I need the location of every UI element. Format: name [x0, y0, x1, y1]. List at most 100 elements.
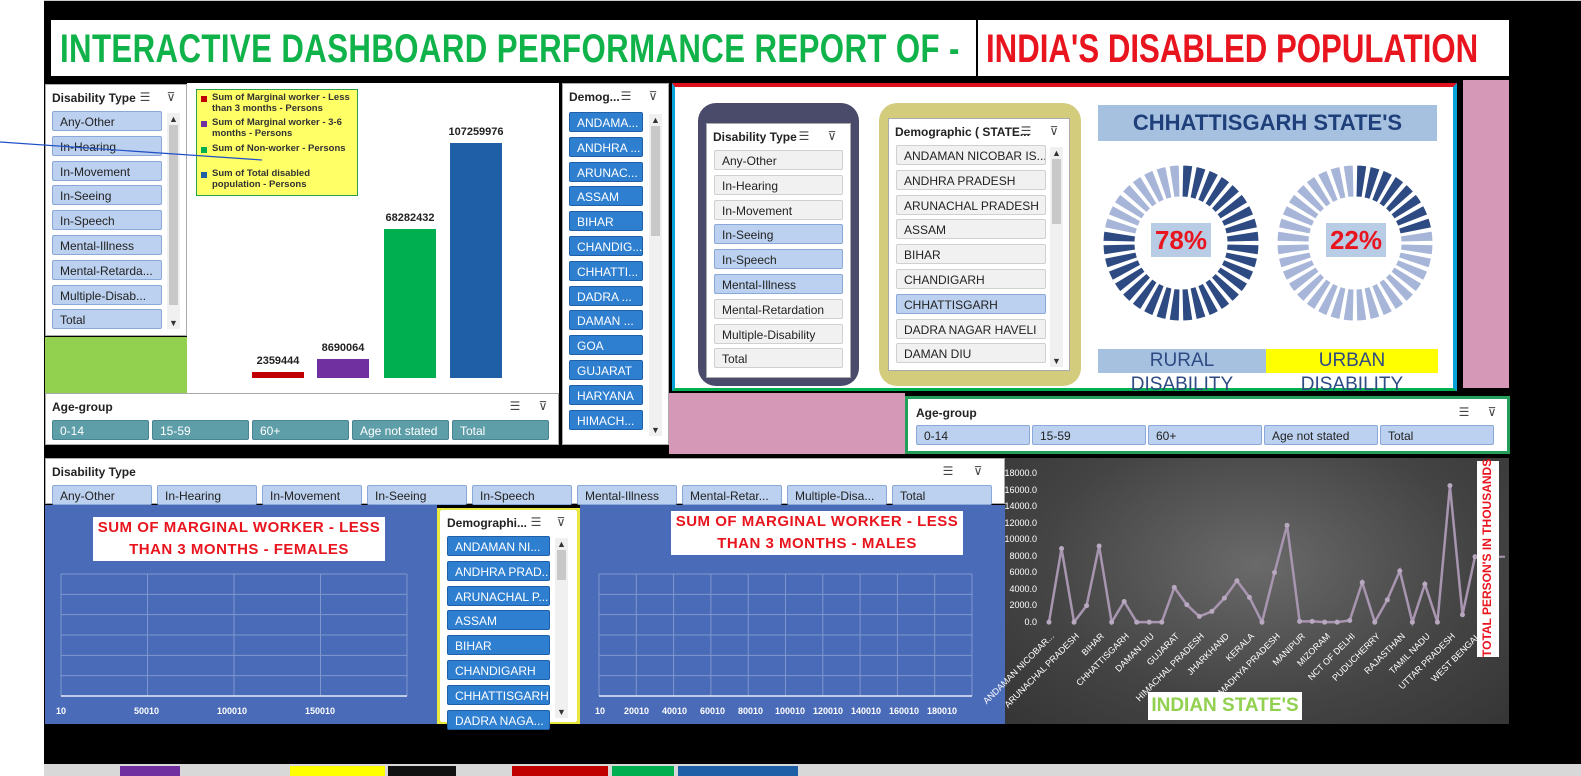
- slicer-scrollbar[interactable]: ▲ ▼: [555, 538, 568, 718]
- slicer-item[interactable]: 60+: [1148, 425, 1262, 445]
- slicer-item[interactable]: In-Seeing: [714, 224, 843, 245]
- clear-filter-icon[interactable]: ⊽: [646, 89, 660, 103]
- slicer-item[interactable]: In-Speech: [472, 485, 572, 505]
- slicer-scrollbar[interactable]: ▲ ▼: [649, 114, 662, 436]
- scroll-up-icon[interactable]: ▲: [1050, 147, 1063, 159]
- slicer-item[interactable]: ANDHRA PRAD...: [447, 560, 550, 581]
- multiselect-icon[interactable]: ☰: [529, 515, 543, 529]
- slicer-item[interactable]: HARYANA: [569, 384, 643, 405]
- slicer-item[interactable]: CHHATTISGARH: [447, 684, 550, 705]
- slicer-item[interactable]: In-Movement: [262, 485, 362, 505]
- scroll-down-icon[interactable]: ▼: [167, 317, 180, 329]
- multiselect-icon[interactable]: ☰: [941, 464, 955, 478]
- slicer-item[interactable]: ARUNACHAL PRADESH: [896, 194, 1046, 215]
- slicer-item[interactable]: BIHAR: [896, 244, 1046, 265]
- scroll-thumb[interactable]: [557, 550, 566, 580]
- slicer-item[interactable]: In-Hearing: [157, 485, 257, 505]
- slicer-item[interactable]: Mental-Illness: [577, 485, 677, 505]
- slicer-item[interactable]: In-Hearing: [714, 174, 843, 195]
- slicer-item[interactable]: BIHAR: [569, 211, 643, 232]
- slicer-item[interactable]: Multiple-Disab...: [52, 284, 162, 305]
- multiselect-icon[interactable]: ☰: [797, 129, 811, 143]
- slicer-item[interactable]: Age not stated: [1264, 425, 1378, 445]
- slicer-item[interactable]: DAMAN ...: [569, 310, 643, 331]
- slicer-item[interactable]: DADRA ...: [569, 285, 643, 306]
- clear-filter-icon[interactable]: ⊽: [1485, 405, 1499, 419]
- clear-filter-icon[interactable]: ⊽: [825, 129, 839, 143]
- slicer-item[interactable]: Total: [714, 348, 843, 369]
- slicer-item[interactable]: Total: [892, 485, 992, 505]
- slicer-item[interactable]: Mental-Retarda...: [52, 259, 162, 280]
- slicer-item[interactable]: ASSAM: [569, 186, 643, 207]
- slicer-item[interactable]: GOA: [569, 335, 643, 356]
- sheet-tab-blue[interactable]: [678, 766, 798, 776]
- scroll-down-icon[interactable]: ▼: [555, 706, 568, 718]
- slicer-item[interactable]: ANDAMAN NICOBAR IS...: [896, 145, 1046, 165]
- sheet-tab-green[interactable]: [612, 766, 674, 776]
- clear-filter-icon[interactable]: ⊽: [1047, 124, 1061, 138]
- slicer-item[interactable]: DAMAN DIU: [896, 343, 1046, 364]
- slicer-item[interactable]: CHANDIG...: [569, 236, 643, 256]
- slicer-item[interactable]: DADRA NAGAR HAVELI: [896, 318, 1046, 339]
- scroll-thumb[interactable]: [1052, 159, 1061, 224]
- slicer-item[interactable]: ANDHRA ...: [569, 136, 643, 157]
- slicer-item[interactable]: In-Speech: [714, 249, 843, 270]
- slicer-item[interactable]: 0-14: [52, 420, 149, 440]
- slicer-item[interactable]: HIMACH...: [569, 409, 643, 430]
- slicer-item[interactable]: DADRA NAGA...: [447, 709, 550, 730]
- slicer-item[interactable]: 15-59: [152, 420, 249, 440]
- scroll-down-icon[interactable]: ▼: [1050, 355, 1063, 367]
- slicer-item[interactable]: Multiple-Disa...: [787, 485, 887, 505]
- slicer-item[interactable]: Mental-Retardation: [714, 298, 843, 319]
- slicer-item[interactable]: Multiple-Disability: [714, 323, 843, 344]
- clear-filter-icon[interactable]: ⊽: [536, 399, 550, 413]
- slicer-item[interactable]: Mental-Retar...: [682, 485, 782, 505]
- slicer-item[interactable]: 0-14: [916, 425, 1030, 445]
- slicer-item[interactable]: In-Speech: [52, 210, 162, 231]
- scroll-up-icon[interactable]: ▲: [649, 114, 662, 126]
- sheet-tab-purple[interactable]: [120, 766, 180, 776]
- multiselect-icon[interactable]: ☰: [508, 399, 522, 413]
- slicer-item[interactable]: CHHATTI...: [569, 260, 643, 281]
- slicer-item[interactable]: Mental-Illness: [52, 235, 162, 255]
- multiselect-icon[interactable]: ☰: [1457, 405, 1471, 419]
- scroll-thumb[interactable]: [651, 126, 660, 236]
- slicer-item[interactable]: Total: [1380, 425, 1494, 445]
- slicer-item[interactable]: CHANDIGARH: [447, 660, 550, 680]
- slicer-item[interactable]: In-Movement: [714, 199, 843, 220]
- slicer-item[interactable]: ASSAM: [896, 219, 1046, 240]
- slicer-item[interactable]: Any-Other: [52, 111, 162, 131]
- slicer-item[interactable]: ARUNAC...: [569, 161, 643, 182]
- scroll-up-icon[interactable]: ▲: [555, 538, 568, 550]
- slicer-item[interactable]: Any-Other: [714, 150, 843, 170]
- slicer-item[interactable]: 60+: [252, 420, 349, 440]
- multiselect-icon[interactable]: ☰: [619, 89, 633, 103]
- slicer-item[interactable]: In-Seeing: [52, 185, 162, 206]
- slicer-item[interactable]: In-Seeing: [367, 485, 467, 505]
- multiselect-icon[interactable]: ☰: [1019, 124, 1033, 138]
- slicer-item[interactable]: ANDHRA PRADESH: [896, 169, 1046, 190]
- slicer-item[interactable]: BIHAR: [447, 635, 550, 656]
- slicer-item[interactable]: ANDAMAN NI...: [447, 536, 550, 556]
- scroll-up-icon[interactable]: ▲: [167, 113, 180, 125]
- slicer-item[interactable]: Total: [452, 420, 549, 440]
- multiselect-icon[interactable]: ☰: [138, 90, 152, 104]
- slicer-item[interactable]: ARUNACHAL P...: [447, 585, 550, 606]
- clear-filter-icon[interactable]: ⊽: [554, 515, 568, 529]
- clear-filter-icon[interactable]: ⊽: [971, 464, 985, 478]
- slicer-item[interactable]: GUJARAT: [569, 360, 643, 380]
- slicer-item[interactable]: Age not stated: [352, 420, 449, 440]
- slicer-item[interactable]: CHANDIGARH: [896, 269, 1046, 289]
- sheet-tab-red[interactable]: [512, 766, 608, 776]
- scroll-down-icon[interactable]: ▼: [649, 424, 662, 436]
- sheet-tab-black[interactable]: [388, 766, 456, 776]
- slicer-item[interactable]: 15-59: [1032, 425, 1146, 445]
- slicer-item[interactable]: Total: [52, 309, 162, 330]
- slicer-item[interactable]: Any-Other: [52, 485, 152, 505]
- clear-filter-icon[interactable]: ⊽: [164, 90, 178, 104]
- slicer-item[interactable]: Mental-Illness: [714, 274, 843, 294]
- slicer-item[interactable]: ANDAMA...: [569, 112, 643, 132]
- slicer-item[interactable]: CHHATTISGARH: [896, 293, 1046, 314]
- slicer-item[interactable]: ASSAM: [447, 610, 550, 631]
- slicer-scrollbar[interactable]: ▲ ▼: [1050, 147, 1063, 367]
